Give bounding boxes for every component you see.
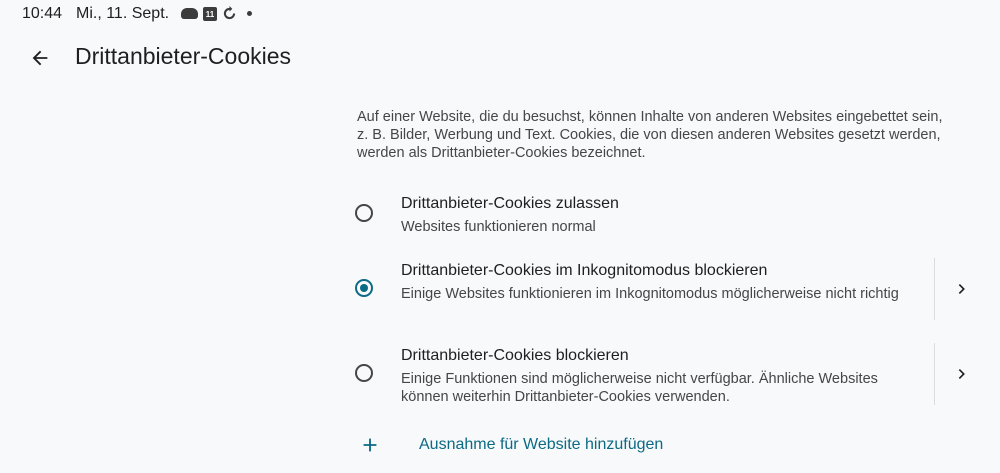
add-exception-label: Ausnahme für Website hinzufügen bbox=[419, 436, 664, 453]
option-subtitle: Websites funktionieren normal bbox=[401, 219, 596, 235]
status-icons: 11 bbox=[181, 6, 252, 21]
option-title: Drittanbieter-Cookies im Inkognitomodus … bbox=[401, 262, 768, 279]
sync-icon bbox=[222, 6, 237, 21]
status-bar: 10:44 Mi., 11. Sept. 11 bbox=[0, 0, 1000, 28]
option-title: Drittanbieter-Cookies zulassen bbox=[401, 195, 619, 212]
description-text: Auf einer Website, die du besuchst, könn… bbox=[357, 109, 943, 161]
app-bar: Drittanbieter-Cookies bbox=[0, 28, 1000, 88]
back-button[interactable] bbox=[24, 42, 56, 74]
status-time: 10:44 bbox=[22, 5, 63, 22]
vertical-divider bbox=[934, 258, 935, 320]
vertical-divider bbox=[934, 343, 935, 405]
option-block-cookies[interactable]: Drittanbieter-Cookies blockieren Einige … bbox=[340, 343, 980, 407]
option-allow-cookies[interactable]: Drittanbieter-Cookies zulassen Websites … bbox=[340, 193, 980, 241]
radio-block-cookies[interactable] bbox=[355, 364, 373, 382]
add-exception-button[interactable]: Ausnahme für Website hinzufügen bbox=[355, 430, 755, 462]
radio-allow-cookies[interactable] bbox=[355, 204, 373, 222]
calendar-icon: 11 bbox=[203, 6, 217, 21]
plus-icon bbox=[363, 438, 377, 452]
option-title: Drittanbieter-Cookies blockieren bbox=[401, 347, 629, 364]
radio-block-incognito[interactable] bbox=[355, 279, 373, 297]
option-block-incognito[interactable]: Drittanbieter-Cookies im Inkognitomodus … bbox=[340, 258, 980, 322]
chevron-right-icon[interactable] bbox=[950, 362, 974, 386]
cloud-icon bbox=[181, 8, 198, 19]
arrow-back-icon bbox=[32, 50, 48, 66]
status-date: Mi., 11. Sept. bbox=[76, 5, 170, 22]
notification-dot-icon bbox=[247, 11, 252, 16]
chevron-right-icon[interactable] bbox=[950, 277, 974, 301]
option-subtitle: Einige Funktionen sind möglicherweise ni… bbox=[401, 371, 878, 405]
page-title: Drittanbieter-Cookies bbox=[75, 43, 292, 69]
option-subtitle: Einige Websites funktionieren im Inkogni… bbox=[401, 286, 899, 302]
